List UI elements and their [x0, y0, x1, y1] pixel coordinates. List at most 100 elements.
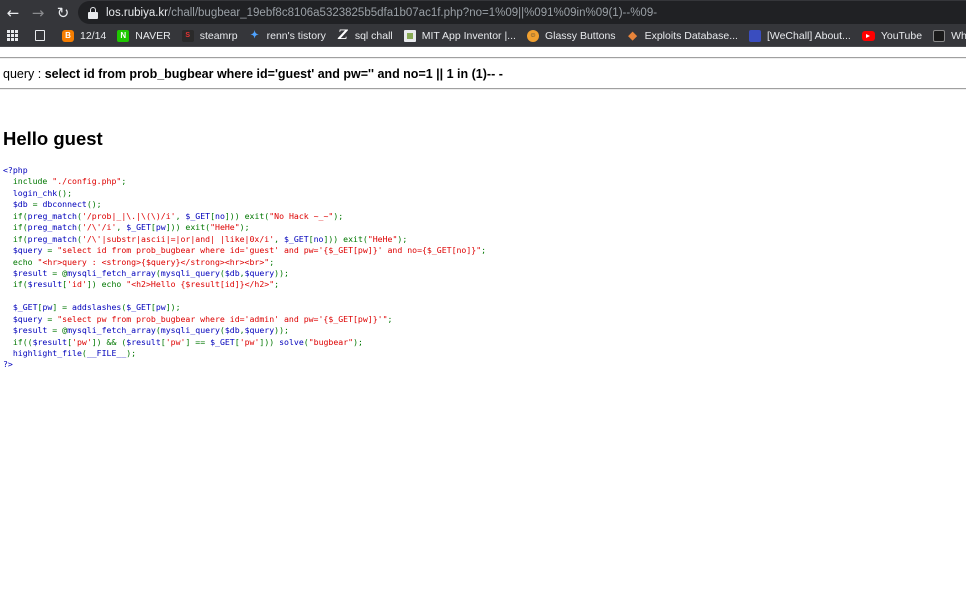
code-token: mysqli_fetch_array — [67, 267, 156, 278]
code-token: ])) exit( — [224, 210, 270, 221]
code-token: $_GET — [3, 302, 38, 313]
code-line: $query = "select id from prob_bugbear wh… — [3, 245, 486, 256]
code-token: $query — [244, 267, 275, 278]
bookmark-item[interactable] — [6, 29, 24, 42]
bookmark-item[interactable]: YouTube — [861, 29, 923, 42]
code-token: if( — [3, 210, 28, 221]
bookmark-item[interactable] — [35, 30, 51, 41]
code-token: ; — [481, 245, 487, 256]
code-token: ); — [397, 233, 408, 244]
blogger-icon: B — [62, 29, 74, 42]
code-token: pw — [42, 302, 53, 313]
code-token: login_chk — [3, 187, 58, 198]
code-token: if( — [3, 279, 28, 290]
code-line: $db = dbconnect(); — [3, 199, 486, 210]
code-token: ]); — [165, 302, 181, 313]
bookmarks-bar: B 12/14 N NAVER Ssteamrp ✦ renn's tistory Zsql … — [0, 25, 966, 47]
tistory-icon: ✦ — [250, 30, 259, 41]
code-line: include "./config.php"; — [3, 176, 486, 187]
bookmark-item[interactable]: [WeChall] About... — [748, 29, 851, 42]
code-token: $query — [3, 245, 48, 256]
code-token: echo — [3, 256, 38, 267]
bookmark-item[interactable]: MIT App Inventor |... — [403, 29, 516, 42]
code-token: preg_match — [27, 210, 77, 221]
code-token: "select pw from prob_bugbear where id='a… — [57, 313, 388, 324]
url-host: los.rubiya.kr — [106, 6, 168, 19]
z-icon: Z — [338, 28, 348, 43]
code-token: ; — [121, 176, 127, 187]
code-token: "<hr>query : <strong>{$query}</strong><h… — [37, 256, 270, 267]
code-token: (); — [86, 199, 102, 210]
lock-icon[interactable] — [88, 6, 98, 19]
bookmark-item[interactable]: Ssteamrp — [181, 29, 238, 42]
bookmark-label: NAVER — [135, 29, 171, 42]
code-token: "select id from prob_bugbear where id='g… — [57, 245, 482, 256]
code-token: $result — [32, 336, 68, 347]
code-token: 'id' — [67, 279, 87, 290]
code-line: if($result['id']) echo "<h2>Hello {$resu… — [3, 279, 486, 290]
reload-icon[interactable]: ↻ — [51, 1, 75, 25]
bookmark-item[interactable]: Whats My IP A — [933, 29, 966, 42]
glassy-icon: ☺ — [526, 29, 539, 42]
back-arrow-icon[interactable]: ← — [1, 1, 25, 25]
bookmark-item[interactable]: ◆ Exploits Database... — [627, 29, 738, 43]
code-token: mysqli_fetch_array — [67, 325, 156, 336]
code-token: $result — [3, 325, 53, 336]
url-text[interactable]: los.rubiya.kr/chall/bugbear_19ebf8c8106a… — [106, 7, 657, 19]
code-token: )); — [274, 325, 289, 336]
code-token: ; — [387, 313, 393, 324]
code-token: = — [32, 199, 43, 210]
bookmark-label: Exploits Database... — [644, 29, 738, 42]
mit-icon — [403, 29, 416, 42]
code-token: 'pw' — [239, 336, 260, 347]
horizontal-rule — [0, 57, 966, 59]
code-line: echo "<hr>query : <strong>{$query}</stro… — [3, 257, 486, 268]
code-token: "./config.php" — [52, 176, 122, 187]
code-line: $result = @mysqli_fetch_array(mysqli_que… — [3, 268, 486, 279]
bookmark-item[interactable]: B 12/14 — [62, 29, 107, 42]
code-token: $result — [27, 279, 63, 290]
code-token: highlight_file — [3, 348, 82, 358]
code-token: ])) exit( — [323, 233, 368, 244]
bookmark-item[interactable]: ☺ Glassy Buttons — [526, 29, 616, 42]
code-line: $query = "select pw from prob_bugbear wh… — [3, 314, 486, 325]
code-token: mysqli_query — [160, 325, 220, 336]
bookmark-label: renn's tistory — [266, 29, 326, 42]
code-token: $query — [3, 313, 48, 324]
youtube-icon — [861, 30, 875, 41]
bookmark-label: YouTube — [880, 29, 923, 42]
code-line: if(preg_match('/\'|substr|ascii|=|or|and… — [3, 234, 486, 245]
code-token: if( — [3, 233, 28, 244]
bookmark-label: 12/14 — [80, 29, 107, 42]
code-token: solve — [279, 336, 304, 347]
code-token: "bugbear" — [308, 336, 354, 347]
code-token: ); — [333, 210, 344, 221]
naver-icon: N — [117, 29, 130, 42]
code-line: if(preg_match('/prob|_|\.|\(\)/i', $_GET… — [3, 211, 486, 222]
address-bar[interactable]: los.rubiya.kr/chall/bugbear_19ebf8c8106a… — [78, 1, 966, 24]
bookmark-label: [WeChall] About... — [766, 29, 851, 42]
code-token: ; — [269, 256, 275, 267]
code-token: if(( — [3, 336, 33, 347]
code-token: = @ — [52, 325, 68, 336]
code-token: 'pw' — [72, 336, 92, 347]
code-token: $db — [224, 325, 240, 336]
bookmark-item[interactable]: ✦ renn's tistory — [249, 29, 326, 42]
code-token: <?php — [3, 165, 28, 175]
code-line: <?php — [3, 165, 486, 176]
code-line: if(($result['pw']) && ($result['pw'] == … — [3, 337, 486, 348]
bookmark-label: Glassy Buttons — [544, 29, 616, 42]
code-token: '/\'|substr|ascii|=|or|and| |like|0x/i' — [81, 233, 275, 244]
code-token: preg_match — [27, 233, 77, 244]
code-token: , — [274, 233, 284, 244]
wechall-icon — [748, 29, 761, 42]
forward-arrow-icon[interactable]: → — [26, 1, 50, 25]
bookmark-item[interactable]: Zsql chall — [337, 28, 393, 43]
code-token: ?> — [3, 359, 13, 370]
code-token: $_GET — [126, 302, 151, 313]
query-prefix: query : — [3, 67, 45, 81]
bookmark-item[interactable]: N NAVER — [117, 29, 171, 42]
code-token: "HeHe" — [210, 222, 240, 233]
page-content: query : select id from prob_bugbear wher… — [0, 47, 966, 612]
